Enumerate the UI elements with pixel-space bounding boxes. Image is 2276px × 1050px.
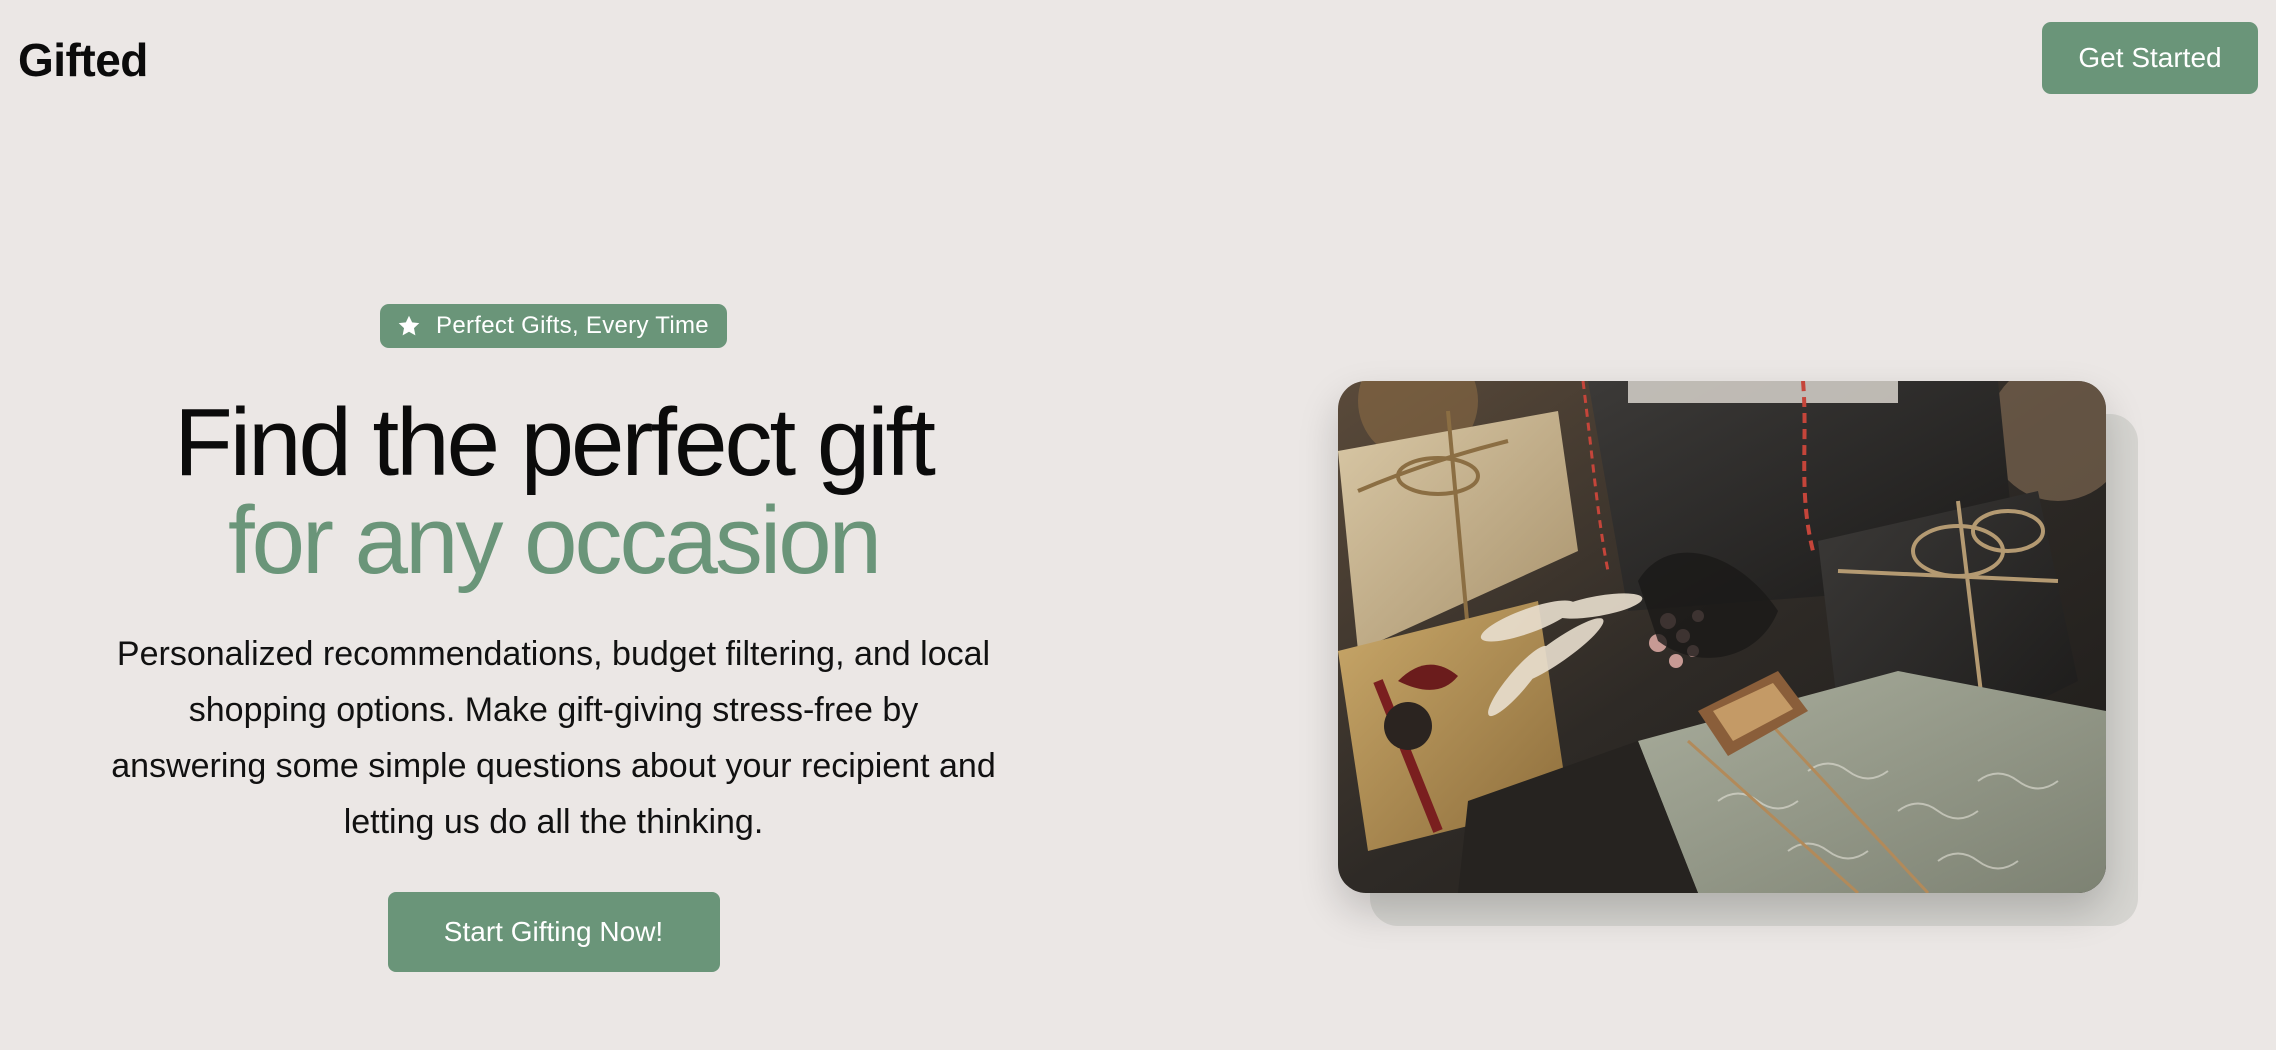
hero-badge: Perfect Gifts, Every Time bbox=[380, 304, 727, 348]
site-logo[interactable]: Gifted bbox=[18, 30, 148, 90]
hero-description: Personalized recommendations, budget fil… bbox=[111, 635, 996, 841]
start-gifting-button[interactable]: Start Gifting Now! bbox=[387, 892, 720, 972]
hero-title-line2: for any occasion bbox=[227, 487, 882, 594]
hero-title: Find the perfect gift for any occasion bbox=[100, 394, 1007, 590]
hero-title-line1: Find the perfect gift bbox=[174, 389, 936, 496]
hero-section: Perfect Gifts, Every Time Find the perfe… bbox=[100, 304, 1007, 972]
star-icon bbox=[398, 315, 420, 336]
hero-badge-label: Perfect Gifts, Every Time bbox=[436, 312, 709, 339]
landing-page: Gifted Get Started Perfect Gifts, Every … bbox=[0, 0, 2276, 1050]
hero-gifts-image bbox=[1338, 381, 2106, 893]
gifts-photo-illustration bbox=[1338, 381, 2106, 893]
get-started-button[interactable]: Get Started bbox=[2042, 22, 2258, 94]
